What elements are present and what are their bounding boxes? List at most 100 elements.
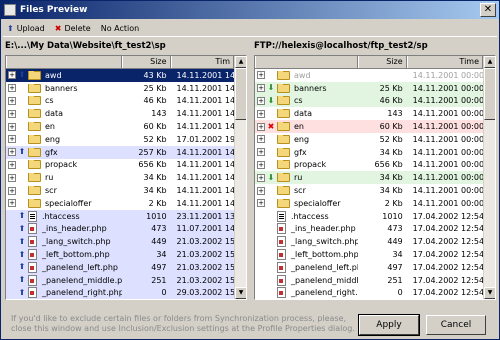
cancel-button[interactable]: Cancel: [426, 315, 486, 335]
file-row[interactable]: + scr 34 Kb 14.11.2001 00:00: [255, 184, 483, 197]
file-row[interactable]: _panelend_middle.php 251 17.04.2002 12:54: [255, 274, 483, 287]
file-row[interactable]: + eng 52 Kb 17.01.2002 19:2: [6, 133, 234, 146]
expand-icon[interactable]: +: [8, 71, 16, 80]
upload-arrow-icon[interactable]: ⬆: [18, 276, 26, 284]
file-row[interactable]: _lang_switch.php 449 17.04.2002 12:54: [255, 235, 483, 248]
file-row[interactable]: + banners 25 Kb 14.11.2001 14:0: [6, 82, 234, 95]
upload-arrow-icon[interactable]: ⬆: [18, 148, 26, 156]
remote-scrollbar[interactable]: ▲ ▼: [483, 56, 495, 299]
file-row[interactable]: ⬆ _panelend_middle.php 251 21.03.2002 15:4: [6, 273, 234, 287]
local-file-list[interactable]: Size Tim +⬆awd43 Kb14.11.2001 14:0+banne…: [5, 55, 247, 300]
delete-button[interactable]: ✖ Delete: [51, 21, 95, 36]
local-col-name[interactable]: [6, 56, 122, 68]
file-row[interactable]: + ⬇ ru 34 Kb 14.11.2001 00:00: [255, 171, 483, 185]
upload-arrow-icon[interactable]: ⬆: [18, 263, 26, 271]
file-row[interactable]: + data 143 14.11.2001 14:0: [6, 107, 234, 120]
expand-icon[interactable]: +: [8, 160, 16, 169]
expand-icon[interactable]: +: [8, 109, 16, 118]
expand-icon[interactable]: +: [8, 186, 16, 195]
expand-icon[interactable]: +: [8, 122, 16, 131]
file-row[interactable]: ⬆ _lang_switch.php 449 21.03.2002 15:4: [6, 235, 234, 249]
expand-icon[interactable]: +: [8, 135, 16, 144]
expand-icon[interactable]: +: [257, 160, 265, 169]
file-row[interactable]: + data 143 14.11.2001 00:00: [255, 107, 483, 120]
file-row[interactable]: ⬆ _ins_header.php 473 11.07.2001 14:5: [6, 222, 234, 236]
upload-arrow-icon[interactable]: ⬆: [18, 237, 26, 246]
upload-arrow-icon[interactable]: ⬆: [18, 71, 26, 79]
expand-icon[interactable]: +: [257, 186, 265, 195]
expand-icon[interactable]: +: [257, 84, 265, 93]
remote-scroll-thumb[interactable]: [484, 68, 495, 120]
file-row[interactable]: + en 60 Kb 14.11.2001 14:0: [6, 120, 234, 133]
local-scrollbar[interactable]: ▲ ▼: [234, 56, 246, 299]
file-name: data: [294, 109, 313, 119]
expand-icon[interactable]: +: [8, 96, 16, 105]
expand-icon[interactable]: +: [257, 135, 265, 144]
file-row[interactable]: + eng 52 Kb 14.11.2001 00:00: [255, 133, 483, 146]
expand-icon[interactable]: +: [8, 84, 16, 93]
expand-icon[interactable]: +: [8, 148, 16, 157]
download-arrow-icon[interactable]: ⬇: [267, 173, 275, 182]
download-arrow-icon[interactable]: ⬇: [267, 84, 275, 92]
file-row[interactable]: +⬆ gfx 257 Kb 14.11.2001 14:0: [6, 145, 234, 159]
file-row[interactable]: ⬆ _panelend_right.php 0 29.03.2002 15:1: [6, 286, 234, 299]
file-row[interactable]: _ins_header.php 473 17.04.2002 12:54: [255, 223, 483, 236]
scroll-down-icon[interactable]: ▼: [484, 287, 495, 299]
expand-icon[interactable]: +: [257, 173, 265, 182]
file-row[interactable]: + propack 656 Kb 14.11.2001 14:0: [6, 159, 234, 172]
apply-button[interactable]: Apply: [358, 314, 420, 336]
file-time: 17.04.2002 12:54: [412, 250, 483, 260]
upload-arrow-icon[interactable]: ⬆: [18, 224, 26, 233]
file-row[interactable]: + ✖ en 60 Kb 14.11.2001 00:00: [255, 120, 483, 133]
title-bar[interactable]: Files Preview ✕: [1, 1, 499, 19]
file-row[interactable]: _panelend_right.php 0 17.04.2002 12:54: [255, 287, 483, 299]
expand-icon[interactable]: +: [257, 71, 265, 80]
expand-icon[interactable]: +: [8, 199, 16, 208]
delete-icon[interactable]: ✖: [267, 122, 275, 131]
file-row[interactable]: + specialoffer 2 Kb 14.11.2001 14:0: [6, 197, 234, 210]
file-row[interactable]: _left_bottom.php 34 17.04.2002 12:54: [255, 248, 483, 261]
scroll-up-icon[interactable]: ▲: [484, 56, 495, 68]
file-row[interactable]: + gfx 34 Kb 14.11.2001 00:00: [255, 146, 483, 159]
file-row[interactable]: + ru 34 Kb 14.11.2001 14:0: [6, 171, 234, 184]
local-col-size[interactable]: Size: [121, 56, 171, 68]
local-scroll-thumb[interactable]: [235, 68, 246, 120]
file-row[interactable]: +⬆ awd 43 Kb 14.11.2001 14:0: [6, 69, 234, 82]
folder-icon: [28, 134, 41, 144]
expand-icon[interactable]: +: [257, 199, 265, 208]
file-size: 34: [156, 250, 167, 260]
file-row[interactable]: + cs 46 Kb 14.11.2001 14:0: [6, 95, 234, 108]
remote-col-time[interactable]: Time: [406, 56, 483, 68]
expand-icon[interactable]: +: [257, 109, 265, 118]
remote-file-list[interactable]: Size Time + awd 14.11.2001 00:00 + ⬇ banners 2…: [254, 55, 496, 300]
file-row[interactable]: _panelend_left.php 497 17.04.2002 12:54: [255, 261, 483, 274]
upload-arrow-icon[interactable]: ⬆: [18, 250, 26, 259]
expand-icon[interactable]: +: [8, 173, 16, 182]
file-row[interactable]: ⬆ _panelend_left.php 497 21.03.2002 15:4: [6, 260, 234, 274]
remote-col-name[interactable]: [255, 56, 359, 68]
upload-arrow-icon[interactable]: ⬆: [18, 288, 26, 297]
local-col-time[interactable]: Tim: [170, 56, 234, 68]
file-row[interactable]: + propack 656 Kb 14.11.2001 00:00: [255, 159, 483, 172]
file-row[interactable]: + ⬇ cs 46 Kb 14.11.2001 00:00: [255, 94, 483, 108]
file-row[interactable]: .htaccess 1010 17.04.2002 12:54: [255, 210, 483, 223]
download-arrow-icon[interactable]: ⬇: [267, 96, 275, 105]
file-row[interactable]: + scr 34 Kb 14.11.2001 14:0: [6, 184, 234, 197]
expand-icon[interactable]: +: [257, 122, 265, 131]
scroll-up-icon[interactable]: ▲: [235, 56, 246, 68]
close-button[interactable]: ✕: [480, 3, 496, 17]
remote-col-size[interactable]: Size: [358, 56, 407, 68]
file-size: 60 Kb: [379, 122, 403, 132]
file-row[interactable]: + awd 14.11.2001 00:00: [255, 69, 483, 82]
upload-button[interactable]: ⬆ Upload: [3, 21, 49, 36]
file-row[interactable]: ⬆ .htaccess 1010 23.11.2001 13:5: [6, 209, 234, 223]
file-row[interactable]: + specialoffer 2 Kb 14.11.2001 00:00: [255, 197, 483, 210]
file-name-cell: + gfx: [255, 147, 358, 157]
no-action-button[interactable]: No Action: [97, 21, 143, 36]
expand-icon[interactable]: +: [257, 96, 265, 105]
file-row[interactable]: ⬆ _left_bottom.php 34 21.03.2002 15:4: [6, 248, 234, 261]
file-row[interactable]: + ⬇ banners 25 Kb 14.11.2001 00:00: [255, 81, 483, 95]
expand-icon[interactable]: +: [257, 148, 265, 157]
upload-arrow-icon[interactable]: ⬆: [18, 212, 26, 220]
scroll-down-icon[interactable]: ▼: [235, 287, 246, 299]
